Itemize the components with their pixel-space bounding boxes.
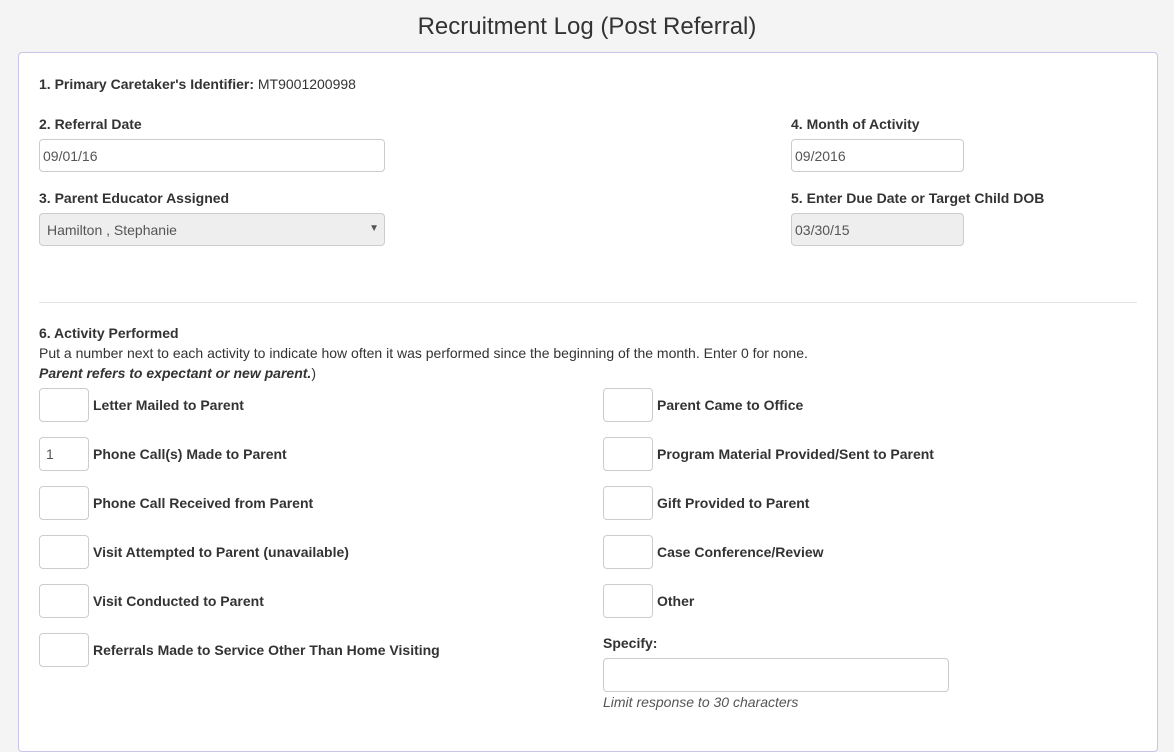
activity-label-phone-call-received: Phone Call Received from Parent xyxy=(93,495,314,511)
activity-label-letter-mailed: Letter Mailed to Parent xyxy=(93,397,244,413)
activity-count-gift-provided[interactable] xyxy=(603,486,653,520)
activity-heading: 6. Activity Performed xyxy=(39,325,179,341)
activity-label-gift-provided: Gift Provided to Parent xyxy=(657,495,810,511)
activity-label-other: Other xyxy=(657,593,695,609)
parent-educator-select[interactable]: Hamilton , Stephanie ▼ xyxy=(39,213,385,246)
activity-note-emphasis: Parent refers to expectant or new parent… xyxy=(39,365,312,381)
month-activity-input[interactable] xyxy=(791,139,964,172)
caretaker-identifier-value: MT9001200998 xyxy=(257,76,356,92)
month-activity-label: 4. Month of Activity xyxy=(791,116,920,132)
chevron-down-icon: ▼ xyxy=(369,223,379,234)
activity-count-case-conference[interactable] xyxy=(603,535,653,569)
activity-label-referrals-made: Referrals Made to Service Other Than Hom… xyxy=(93,642,440,658)
referral-date-input[interactable] xyxy=(39,139,385,172)
activity-label-visit-attempted: Visit Attempted to Parent (unavailable) xyxy=(93,544,349,560)
activity-label-case-conference: Case Conference/Review xyxy=(657,544,824,560)
activity-label-visit-conducted: Visit Conducted to Parent xyxy=(93,593,264,609)
specify-hint: Limit response to 30 characters xyxy=(603,694,799,710)
activity-count-phone-calls-made[interactable] xyxy=(39,437,89,471)
activity-count-other[interactable] xyxy=(603,584,653,618)
activity-label-program-material: Program Material Provided/Sent to Parent xyxy=(657,446,934,462)
specify-label: Specify: xyxy=(603,635,658,651)
activity-note-suffix: ) xyxy=(311,365,316,381)
recruitment-form-panel: 1. Primary Caretaker's Identifier: MT900… xyxy=(18,52,1158,752)
activity-note: Parent refers to expectant or new parent… xyxy=(39,365,316,381)
activity-count-visit-conducted[interactable] xyxy=(39,584,89,618)
caretaker-identifier: 1. Primary Caretaker's Identifier: MT900… xyxy=(39,76,356,92)
specify-input[interactable] xyxy=(603,658,949,692)
activity-count-program-material[interactable] xyxy=(603,437,653,471)
activity-count-parent-came-to-office[interactable] xyxy=(603,388,653,422)
activity-label-phone-calls-made: Phone Call(s) Made to Parent xyxy=(93,446,287,462)
activity-instructions: Put a number next to each activity to in… xyxy=(39,345,808,361)
parent-educator-label: 3. Parent Educator Assigned xyxy=(39,190,230,206)
section-divider xyxy=(39,302,1137,303)
parent-educator-selected: Hamilton , Stephanie xyxy=(47,221,177,238)
activity-count-letter-mailed[interactable] xyxy=(39,388,89,422)
due-date-label: 5. Enter Due Date or Target Child DOB xyxy=(791,190,1045,206)
referral-date-label: 2. Referral Date xyxy=(39,116,142,132)
caretaker-identifier-label: 1. Primary Caretaker's Identifier: xyxy=(39,76,254,92)
page-title: Recruitment Log (Post Referral) xyxy=(417,13,757,40)
activity-count-referrals-made[interactable] xyxy=(39,633,89,667)
due-date-input[interactable] xyxy=(791,213,964,246)
activity-count-visit-attempted[interactable] xyxy=(39,535,89,569)
activity-label-parent-came-to-office: Parent Came to Office xyxy=(657,397,804,413)
activity-count-phone-call-received[interactable] xyxy=(39,486,89,520)
